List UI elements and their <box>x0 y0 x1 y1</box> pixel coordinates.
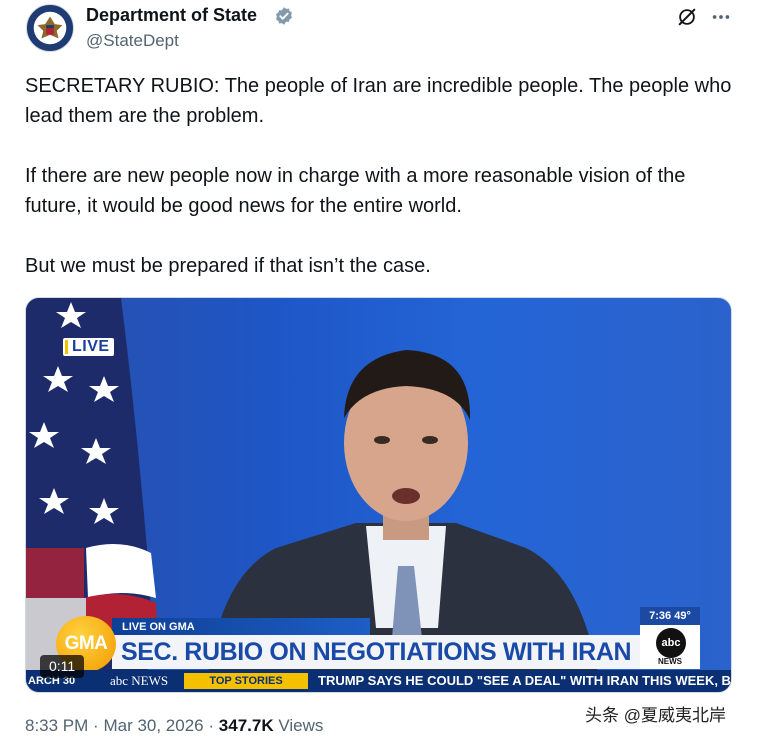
tweet-text: SECRETARY RUBIO: The people of Iran are … <box>25 71 737 281</box>
grok-icon[interactable] <box>676 6 698 28</box>
video-headline: SEC. RUBIO ON NEGOTIATIONS WITH IRAN <box>121 638 632 666</box>
meta-separator: · <box>93 716 99 735</box>
network-name: NEWS <box>658 657 682 666</box>
watermark: 头条 @夏威夷北岸 <box>585 706 726 725</box>
tweet-time[interactable]: 8:33 PM <box>25 716 88 735</box>
tweet-paragraph: But we must be prepared if that isn’t th… <box>25 255 431 277</box>
tweet-paragraph: SECRETARY RUBIO: The people of Iran are … <box>25 75 732 127</box>
ticker-brand: abc NEWS <box>110 673 169 688</box>
ticker-tag: TOP STORIES <box>184 673 308 689</box>
tweet-meta: 8:33 PM · Mar 30, 2026 · 347.7K Views <box>25 716 323 736</box>
video-player[interactable]: LIVE LIVE ON GMA SEC. RUBIO ON NEGOTIATI… <box>25 297 732 693</box>
views-count[interactable]: 347.7K <box>219 716 274 735</box>
handle[interactable]: @StateDept <box>86 31 179 51</box>
tweet-date[interactable]: Mar 30, 2026 <box>103 716 203 735</box>
more-icon[interactable] <box>710 6 732 28</box>
verified-badge-icon <box>276 7 292 25</box>
display-name[interactable]: Department of State <box>86 5 257 26</box>
abc-logo-icon: abc <box>656 628 686 658</box>
weather-time: 7:36 49° <box>640 607 700 625</box>
video-duration: 0:11 <box>40 655 85 678</box>
views-label: Views <box>278 716 324 735</box>
lower-third-label: LIVE ON GMA <box>112 618 370 636</box>
tweet-paragraph: If there are new people now in charge wi… <box>25 165 686 217</box>
meta-separator: · <box>208 716 215 735</box>
avatar[interactable] <box>26 4 74 52</box>
tweet-card: Department of State @StateDept SECRETARY… <box>0 0 762 738</box>
ticker-text: TRUMP SAYS HE COULD "SEE A DEAL" WITH IR… <box>318 673 732 688</box>
live-badge: LIVE <box>63 338 114 356</box>
state-seal-icon <box>27 5 73 51</box>
